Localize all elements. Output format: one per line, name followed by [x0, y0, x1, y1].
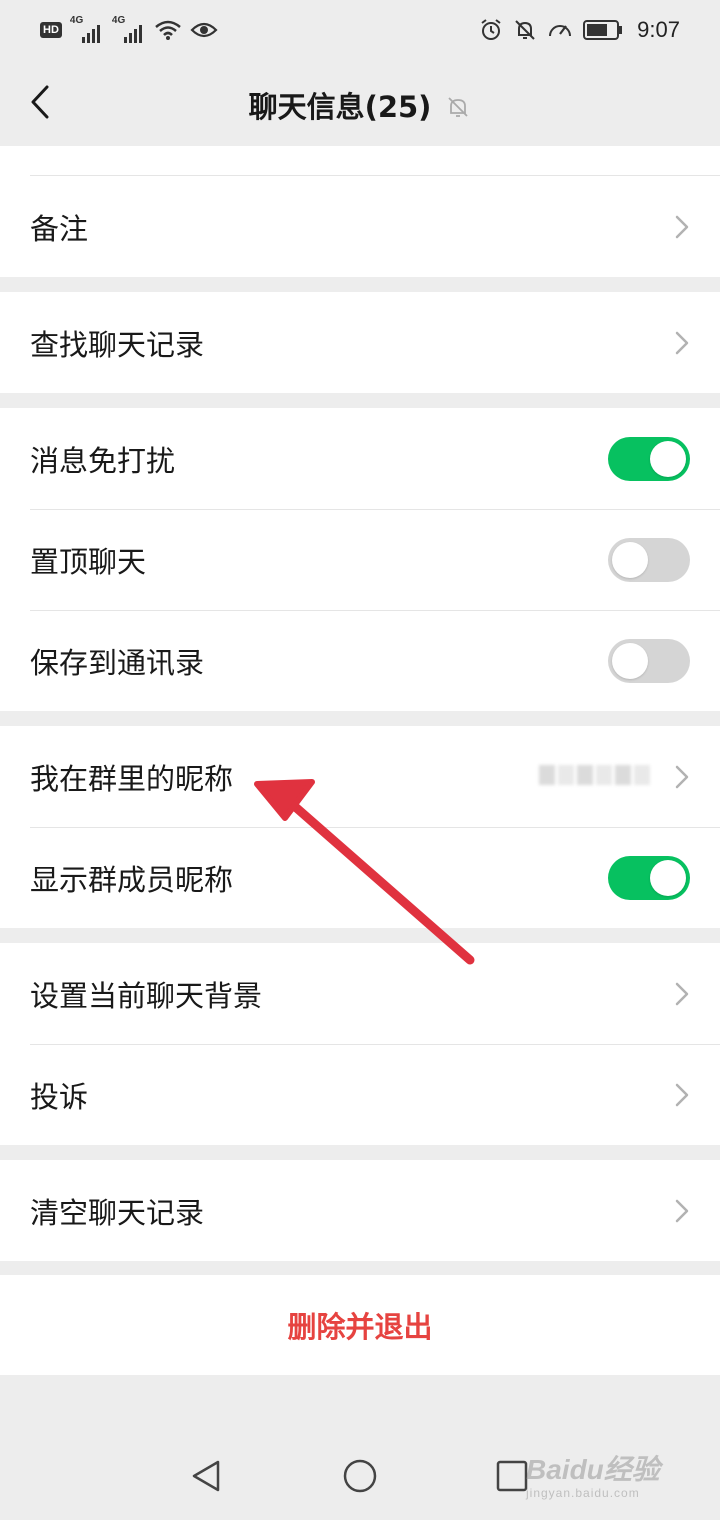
settings-group-search: 查找聊天记录	[0, 292, 720, 393]
bell-off-icon	[515, 20, 535, 40]
row-sticky-on-top: 置顶聊天	[0, 509, 720, 610]
show-nicknames-toggle[interactable]	[608, 855, 690, 900]
home-circle-icon[interactable]	[342, 1458, 378, 1494]
hd-icon: HD	[40, 22, 62, 38]
status-bar: HD 4G 4G 9:07	[0, 0, 720, 60]
row-clear-chat-history[interactable]: 清空聊天记录	[0, 1160, 720, 1261]
back-triangle-icon[interactable]	[188, 1458, 224, 1494]
chevron-right-icon	[675, 765, 689, 788]
chevron-right-icon	[675, 982, 689, 1005]
page-title-text: 聊天信息(25)	[248, 90, 432, 124]
chevron-right-icon	[675, 215, 689, 238]
row-label: 显示群成员昵称	[30, 862, 234, 897]
toggle-knob	[650, 440, 686, 477]
settings-group-nickname: 我在群里的昵称 显示群成员昵称	[0, 726, 720, 928]
row-label: 投诉	[30, 1079, 89, 1114]
recents-square-icon[interactable]	[494, 1458, 530, 1494]
row-show-member-nicknames: 显示群成员昵称	[0, 827, 720, 928]
row-label: 查找聊天记录	[30, 327, 205, 362]
delete-and-exit-label: 删除并退出	[287, 1310, 433, 1344]
eye-icon	[190, 22, 218, 38]
settings-group-misc: 设置当前聊天背景 投诉	[0, 943, 720, 1145]
row-search-chat-history[interactable]: 查找聊天记录	[0, 292, 720, 393]
row-mute-notifications: 消息免打扰	[0, 408, 720, 509]
row-save-to-contacts: 保存到通讯录	[0, 610, 720, 711]
row-my-group-nickname[interactable]: 我在群里的昵称	[0, 726, 720, 827]
settings-group-clear: 清空聊天记录	[0, 1160, 720, 1261]
row-label: 我在群里的昵称	[30, 761, 234, 796]
page-title: 聊天信息(25)	[0, 84, 720, 126]
row-label: 消息免打扰	[30, 443, 176, 478]
chevron-right-icon	[675, 1199, 689, 1222]
row-chat-background[interactable]: 设置当前聊天背景	[0, 943, 720, 1044]
chevron-right-icon	[675, 1083, 689, 1106]
baidu-watermark: Baidu经验 jingyan.baidu.com	[526, 1444, 686, 1506]
toggle-knob	[650, 859, 686, 896]
watermark-url: jingyan.baidu.com	[526, 1486, 640, 1500]
watermark-brand: Baidu经验	[526, 1454, 660, 1485]
toggle-knob	[612, 541, 648, 578]
bell-off-icon	[448, 97, 469, 117]
save-contacts-toggle[interactable]	[608, 638, 690, 683]
clock: 9:07	[637, 17, 680, 42]
status-right: 9:07	[479, 14, 680, 46]
nav-bar: 聊天信息(25)	[0, 60, 720, 146]
chevron-right-icon	[675, 331, 689, 354]
blurred-nickname-value	[539, 764, 650, 785]
wifi-icon	[155, 20, 181, 40]
row-remark[interactable]: 备注	[0, 176, 720, 277]
signal-icon: 4G	[70, 15, 104, 43]
sticky-toggle[interactable]	[608, 537, 690, 582]
alarm-icon	[481, 19, 501, 40]
row-label: 备注	[30, 211, 89, 246]
settings-group-remark: 备注	[0, 176, 720, 277]
toggle-knob	[612, 642, 648, 679]
delete-and-exit-button[interactable]: 删除并退出	[0, 1275, 720, 1375]
battery-icon	[583, 20, 623, 40]
status-left: HD 4G 4G	[40, 15, 218, 44]
row-complaint[interactable]: 投诉	[0, 1044, 720, 1145]
mute-toggle[interactable]	[608, 436, 690, 481]
row-label: 置顶聊天	[30, 544, 147, 579]
signal-icon: 4G	[112, 15, 146, 43]
settings-group-toggles: 消息免打扰 置顶聊天 保存到通讯录	[0, 408, 720, 711]
row-label: 清空聊天记录	[30, 1195, 205, 1230]
row-label: 保存到通讯录	[30, 645, 205, 680]
speedometer-icon	[549, 25, 572, 37]
partial-row	[0, 146, 720, 176]
row-label: 设置当前聊天背景	[30, 978, 263, 1013]
